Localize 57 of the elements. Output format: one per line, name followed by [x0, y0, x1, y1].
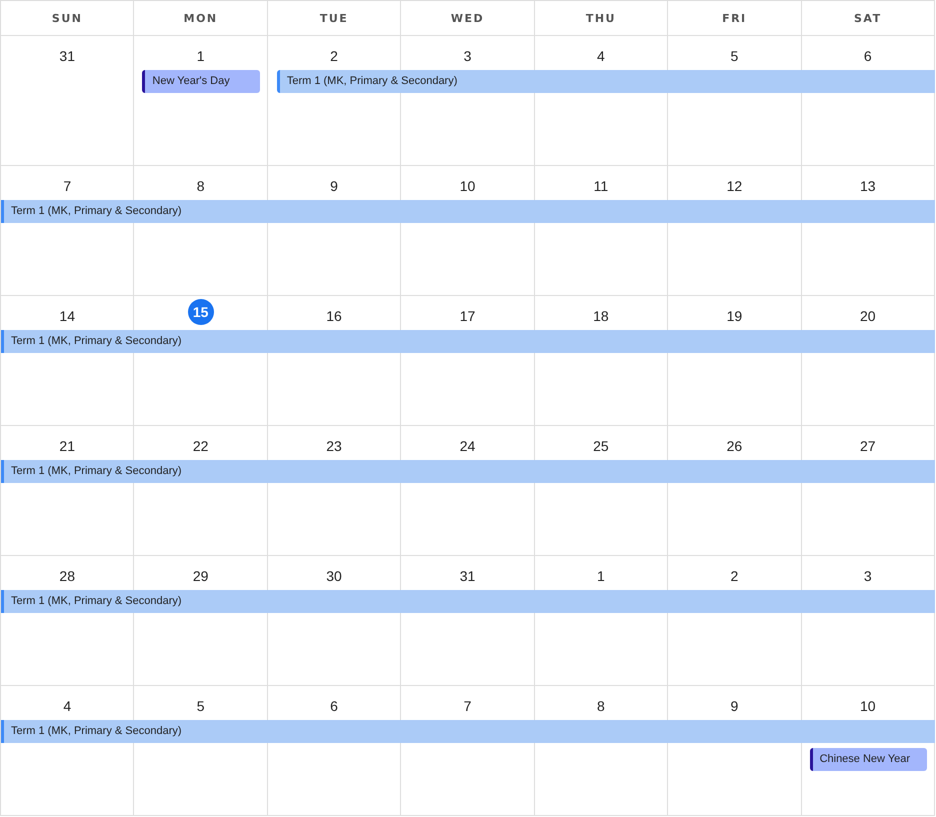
day-number[interactable]: 9: [728, 695, 740, 717]
day-number[interactable]: 13: [858, 175, 878, 197]
day-number[interactable]: 10: [858, 695, 878, 717]
day-number[interactable]: 21: [57, 435, 77, 457]
event-bar[interactable]: Term 1 (MK, Primary & Secondary): [1, 720, 935, 743]
day-number[interactable]: 6: [862, 45, 874, 67]
day-number[interactable]: 23: [324, 435, 344, 457]
day-number[interactable]: 1: [595, 565, 607, 587]
weekday-label: THU: [586, 12, 616, 24]
day-number[interactable]: 3: [862, 565, 874, 587]
day-number[interactable]: 28: [57, 565, 77, 587]
event-bar[interactable]: Term 1 (MK, Primary & Secondary): [1, 330, 935, 353]
day-number[interactable]: 27: [858, 435, 878, 457]
day-number[interactable]: 11: [592, 175, 610, 197]
day-number[interactable]: 29: [190, 565, 210, 587]
day-number[interactable]: 7: [462, 695, 474, 717]
day-number[interactable]: 20: [858, 305, 878, 327]
event-bar[interactable]: Term 1 (MK, Primary & Secondary): [1, 200, 935, 223]
weekday-label: SUN: [52, 12, 82, 24]
event-bar[interactable]: Term 1 (MK, Primary & Secondary): [1, 460, 935, 483]
day-number[interactable]: 4: [595, 45, 607, 67]
day-number[interactable]: 19: [724, 305, 744, 327]
day-number[interactable]: 2: [328, 45, 340, 67]
day-number[interactable]: 3: [462, 45, 474, 67]
day-number[interactable]: 24: [458, 435, 478, 457]
day-number[interactable]: 5: [194, 695, 207, 717]
day-number[interactable]: 10: [458, 175, 478, 197]
day-number[interactable]: 9: [328, 175, 340, 197]
event-bar[interactable]: Term 1 (MK, Primary & Secondary): [276, 70, 935, 93]
event-bar[interactable]: Term 1 (MK, Primary & Secondary): [1, 590, 935, 613]
day-number[interactable]: 16: [324, 305, 344, 327]
weekday-label: MON: [184, 12, 218, 24]
event-bar[interactable]: Chinese New Year: [810, 748, 927, 771]
day-number[interactable]: 22: [190, 435, 210, 457]
day-number[interactable]: 31: [458, 565, 478, 587]
day-number[interactable]: 30: [324, 565, 344, 587]
weekday-label: FRI: [722, 12, 747, 24]
day-number[interactable]: 6: [328, 695, 340, 717]
day-number[interactable]: 2: [728, 565, 740, 587]
day-number[interactable]: 17: [458, 305, 478, 327]
day-number[interactable]: 12: [724, 175, 744, 197]
day-number[interactable]: 31: [57, 45, 77, 67]
day-number[interactable]: 26: [724, 435, 744, 457]
day-number[interactable]: 5: [728, 45, 740, 67]
day-number[interactable]: 8: [595, 695, 607, 717]
weekday-label: WED: [450, 12, 484, 24]
day-number[interactable]: 1: [194, 45, 207, 67]
today-date-badge[interactable]: 15: [188, 299, 214, 325]
day-number[interactable]: 14: [57, 305, 77, 327]
weekday-label: SAT: [854, 12, 882, 24]
day-number[interactable]: 18: [591, 305, 611, 327]
event-bar[interactable]: New Year's Day: [142, 70, 260, 93]
weekday-label: TUE: [320, 12, 348, 24]
day-number[interactable]: 4: [61, 695, 74, 717]
day-number[interactable]: 7: [61, 175, 74, 197]
day-number[interactable]: 25: [591, 435, 611, 457]
day-number[interactable]: 8: [194, 175, 207, 197]
